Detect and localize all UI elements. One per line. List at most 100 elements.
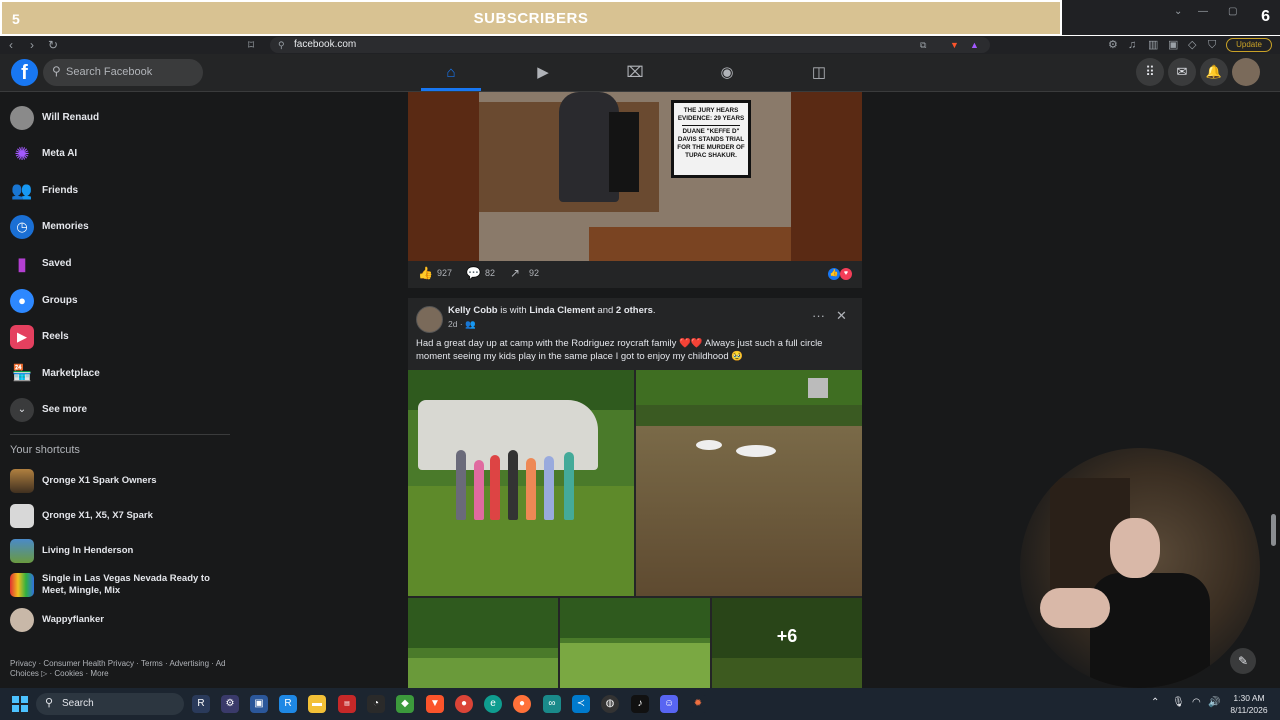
site-info-icon[interactable]: ⚲	[278, 37, 285, 53]
sidebar-item-friends[interactable]: 👥 Friends	[10, 176, 230, 206]
tab-dropdown-icon[interactable]: ⌄	[1174, 6, 1182, 17]
app-icon[interactable]: ✹	[689, 695, 707, 713]
app-icon[interactable]: ◔	[367, 695, 385, 713]
shortcut-item[interactable]: Wappyflanker	[10, 607, 235, 633]
wallet-icon[interactable]: ▣	[1168, 36, 1178, 54]
file-explorer-icon[interactable]: ▬	[308, 695, 326, 713]
wifi-icon[interactable]: ◠	[1192, 697, 1201, 708]
share-icon[interactable]: ↗	[510, 264, 520, 282]
reload-icon[interactable]: ↻	[48, 36, 58, 54]
vscode-icon[interactable]: ≺	[572, 695, 590, 713]
sidebar-item-reels[interactable]: ▶ Reels	[10, 322, 230, 352]
reels-icon: ▶	[10, 325, 34, 349]
shortcut-item[interactable]: Qronge X1, X5, X7 Spark	[10, 503, 235, 529]
rewards-icon[interactable]: ▲	[970, 37, 979, 53]
brave-browser-icon[interactable]: ▼	[426, 695, 444, 713]
tagged-others[interactable]: 2 others	[616, 305, 653, 316]
post-header: Kelly Cobb is with Linda Clement and 2 o…	[448, 305, 656, 316]
marketplace-tab[interactable]: ⌧	[605, 54, 665, 91]
sign-line: DUANE "KEFFE D"	[682, 128, 740, 135]
update-button[interactable]: Update	[1226, 38, 1272, 52]
app-icon[interactable]: R	[192, 695, 210, 713]
post-image[interactable]: THE JURY HEARS EVIDENCE: 29 YEARS DUANE …	[408, 92, 862, 261]
new-message-button[interactable]: ✎	[1230, 648, 1256, 674]
shortcut-item[interactable]: Living In Henderson	[10, 538, 235, 564]
comment-icon[interactable]: 💬	[466, 264, 481, 282]
post-photo[interactable]	[636, 370, 862, 596]
edge-icon[interactable]: e	[484, 695, 502, 713]
sidebar-item-saved[interactable]: ▮ Saved	[10, 249, 230, 279]
sidebar-icon[interactable]: ▥	[1148, 36, 1158, 54]
discord-icon[interactable]: ☺	[660, 695, 678, 713]
compose-icon: ✎	[1237, 654, 1249, 668]
app-icon[interactable]: ◍	[601, 695, 619, 713]
taskbar-search[interactable]: ⚲ Search	[36, 693, 184, 715]
address-bar[interactable]: ⚲ facebook.com ⧉ ▼ ▲	[270, 37, 990, 53]
sidebar-item-marketplace[interactable]: 🏪 Marketplace	[10, 359, 230, 389]
friends-audience-icon: 👥	[465, 319, 476, 329]
notifications-button[interactable]: 🔔	[1200, 58, 1228, 86]
like-icon[interactable]: 👍	[418, 264, 433, 282]
brave-shield-icon[interactable]: ▼	[950, 37, 959, 53]
sidebar-item-see-more[interactable]: ⌄ See more	[10, 395, 230, 425]
home-tab[interactable]: ⌂	[421, 54, 481, 91]
groups-tab[interactable]: ◉	[697, 54, 757, 91]
avatar[interactable]	[416, 306, 443, 333]
shortcut-label: Single in Las Vegas Nevada Ready to Meet…	[42, 573, 210, 596]
shortcut-label: Qronge X1 Spark Owners	[42, 475, 157, 486]
sidebar-item-meta-ai[interactable]: ✺ Meta AI	[10, 139, 230, 169]
back-icon[interactable]: ‹	[9, 36, 13, 54]
video-tab[interactable]: ▶	[513, 54, 573, 91]
shortcut-item[interactable]: Single in Las Vegas Nevada Ready to Meet…	[10, 572, 235, 598]
chrome-icon[interactable]: ●	[455, 695, 473, 713]
app-icon[interactable]: ▣	[250, 695, 268, 713]
minimize-icon[interactable]: —	[1198, 6, 1208, 17]
tagged-person[interactable]: Linda Clement	[529, 305, 594, 316]
windows-logo-icon	[21, 696, 28, 703]
more-options-icon[interactable]: ···	[812, 308, 825, 323]
facebook-logo[interactable]: f	[11, 59, 38, 86]
app-icon[interactable]: ◆	[396, 695, 414, 713]
tiktok-icon[interactable]: ♪	[631, 695, 649, 713]
search-facebook-input[interactable]: ⚲ Search Facebook	[43, 59, 203, 86]
menu-button[interactable]: ⠿	[1136, 58, 1164, 86]
post-photo[interactable]	[408, 598, 558, 688]
app-icon[interactable]: ∞	[543, 695, 561, 713]
scrollbar[interactable]	[1271, 514, 1276, 546]
app-icon[interactable]: ▤	[338, 695, 356, 713]
system-clock[interactable]: 1:30 AM 8/11/2026	[1224, 692, 1274, 716]
sidebar-item-label: Groups	[42, 295, 78, 306]
memories-icon: ◷	[10, 215, 34, 239]
volume-icon[interactable]: 🔊	[1208, 697, 1220, 708]
subscriber-count-right: 6	[1261, 8, 1270, 25]
app-icon[interactable]: ⚙	[221, 695, 239, 713]
post-time[interactable]: 2d	[448, 319, 457, 329]
screenshot-icon[interactable]: ⧉	[920, 37, 926, 53]
footer-links[interactable]: Privacy · Consumer Health Privacy · Term…	[10, 659, 235, 679]
app-icon[interactable]: R	[279, 695, 297, 713]
sidebar-item-groups[interactable]: ● Groups	[10, 286, 230, 316]
vpn-icon[interactable]: ◇	[1188, 36, 1196, 54]
gaming-tab[interactable]: ◫	[789, 54, 849, 91]
sidebar-item-profile[interactable]: Will Renaud	[10, 103, 230, 133]
profile-avatar[interactable]	[1232, 58, 1260, 86]
messenger-button[interactable]: ✉	[1168, 58, 1196, 86]
microphone-icon[interactable]: 🎙	[1172, 697, 1185, 708]
maximize-icon[interactable]: ▢	[1228, 6, 1237, 17]
author-name[interactable]: Kelly Cobb	[448, 305, 498, 316]
tray-chevron-icon[interactable]: ⌃	[1151, 697, 1159, 708]
forward-icon[interactable]: ›	[30, 36, 34, 54]
extensions-icon[interactable]: ⚙	[1108, 36, 1118, 54]
post-photo[interactable]	[560, 598, 710, 688]
close-icon[interactable]: ✕	[836, 308, 847, 324]
firefox-icon[interactable]: ●	[513, 695, 531, 713]
post-photo-more[interactable]: +6	[712, 598, 862, 688]
shortcut-item[interactable]: Qronge X1 Spark Owners	[10, 468, 235, 494]
media-icon[interactable]: ♫	[1128, 36, 1136, 54]
courtroom-photo: THE JURY HEARS EVIDENCE: 29 YEARS DUANE …	[479, 92, 791, 261]
bookmark-icon[interactable]: ⌑	[248, 36, 254, 54]
start-button[interactable]	[12, 696, 28, 712]
post-photo[interactable]	[408, 370, 634, 596]
sidebar-item-memories[interactable]: ◷ Memories	[10, 212, 230, 242]
shield-icon[interactable]: ⛉	[1208, 36, 1216, 54]
